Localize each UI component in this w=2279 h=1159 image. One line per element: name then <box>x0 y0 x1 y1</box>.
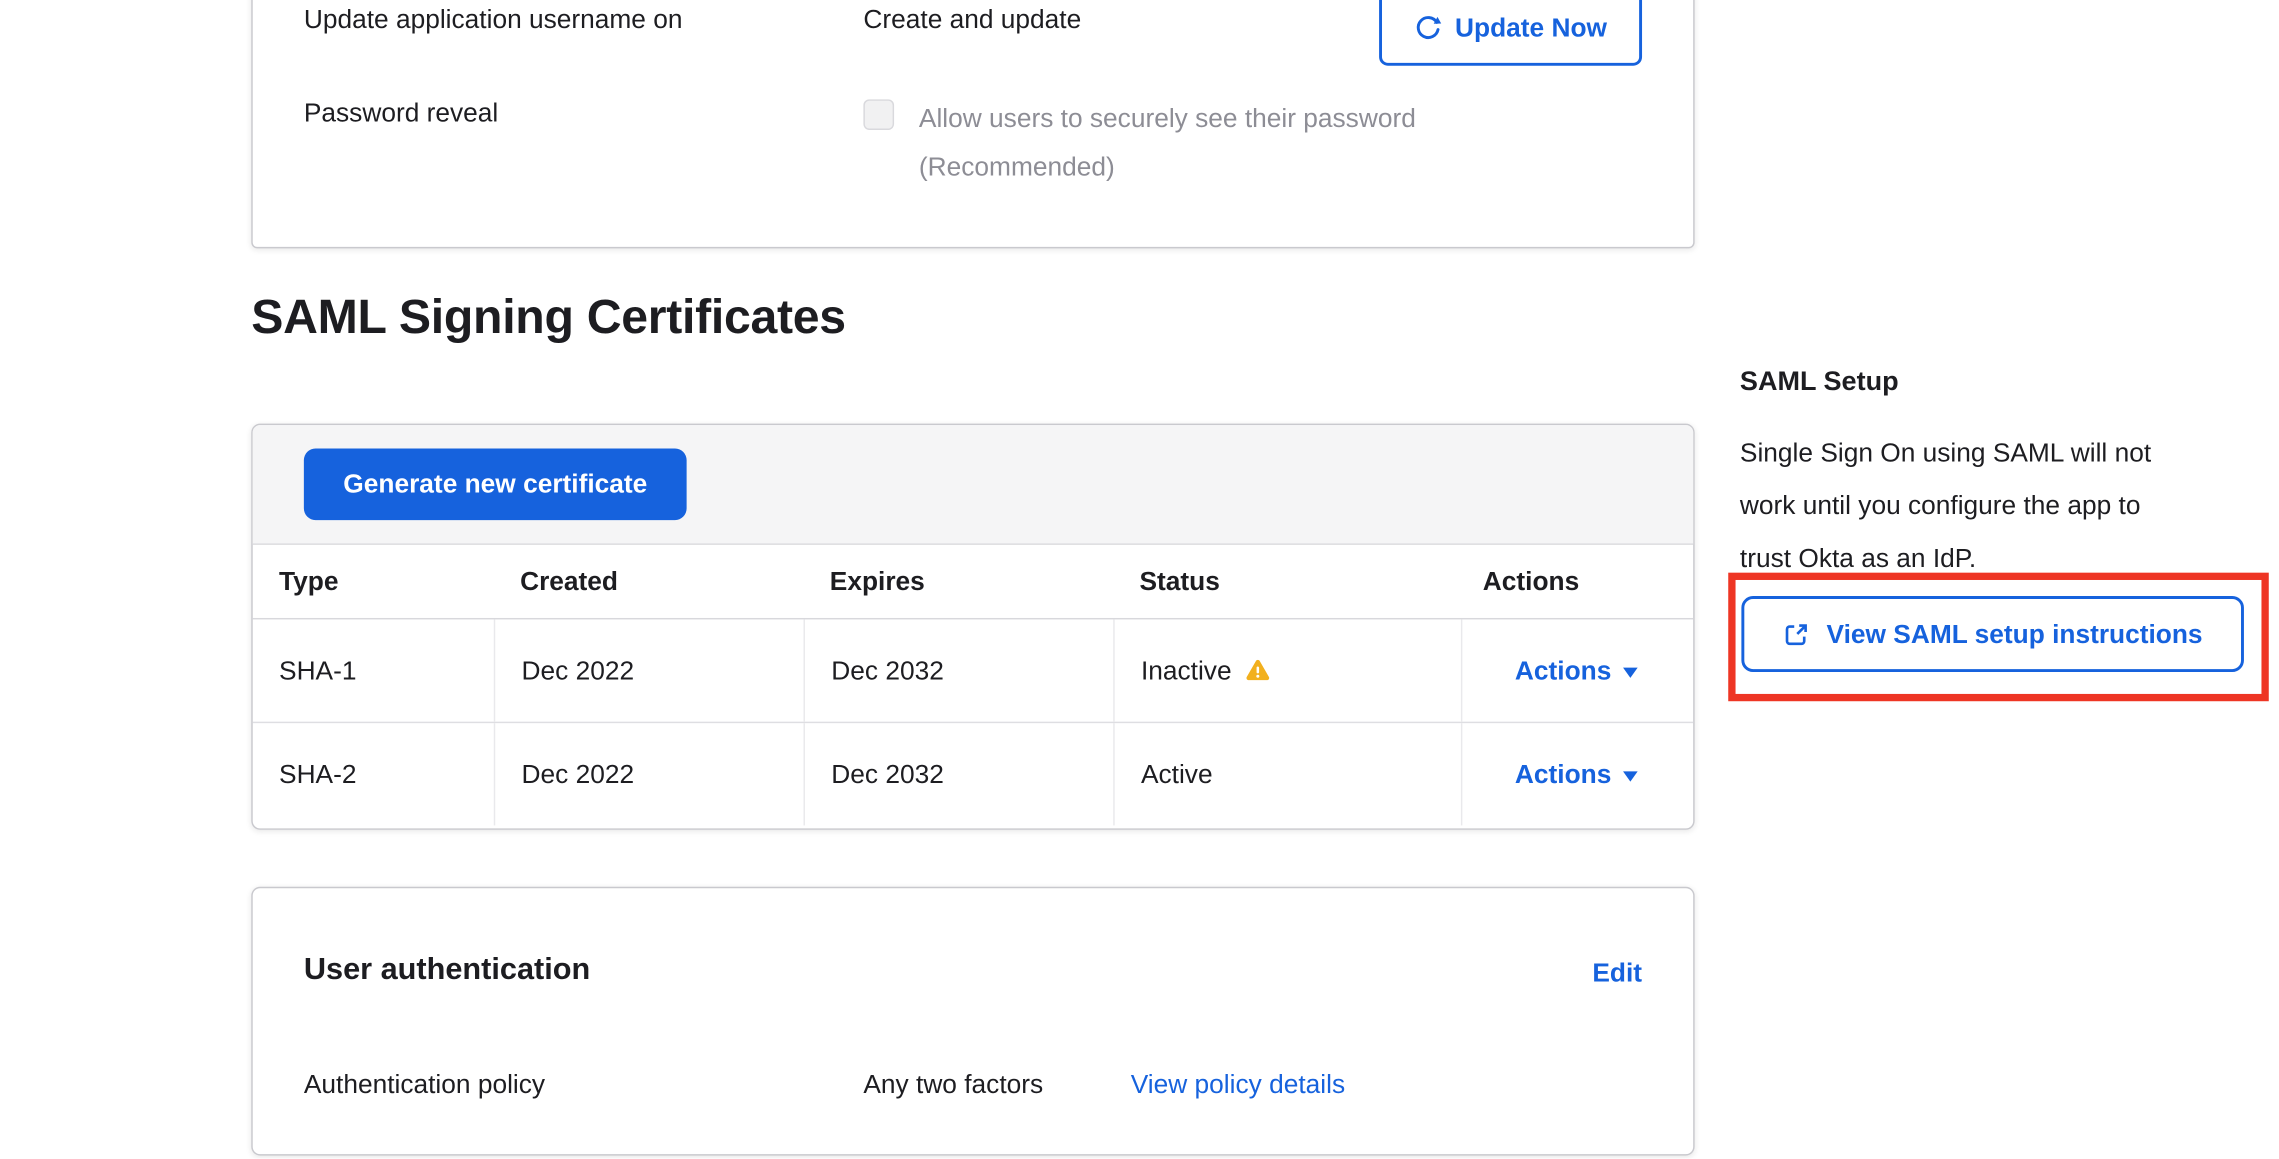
username-update-value: Create and update <box>863 4 1081 35</box>
generate-certificate-button[interactable]: Generate new certificate <box>304 448 687 520</box>
actions-dropdown[interactable]: Actions <box>1461 723 1690 825</box>
warning-icon[interactable] <box>1245 657 1271 683</box>
cert-status: Inactive <box>1141 655 1232 686</box>
table-row: SHA-1 Dec 2022 Dec 2032 Inactive Actions <box>253 619 1693 723</box>
page: Update application username on Create an… <box>0 0 2279 1158</box>
certificates-card-header: Generate new certificate <box>253 425 1693 545</box>
table-row: SHA-2 Dec 2022 Dec 2032 Active Actions <box>253 723 1693 825</box>
cert-created: Dec 2022 <box>494 619 804 721</box>
password-reveal-label: Password reveal <box>304 98 498 129</box>
page-title: SAML Signing Certificates <box>251 289 846 345</box>
password-reveal-checkbox[interactable] <box>863 99 894 130</box>
cert-type: SHA-2 <box>253 723 494 825</box>
column-header-status: Status <box>1113 545 1461 618</box>
authentication-policy-label: Authentication policy <box>304 1069 545 1100</box>
certificates-table-header: Type Created Expires Status Actions <box>253 545 1693 620</box>
user-authentication-title: User authentication <box>304 953 590 988</box>
external-link-icon <box>1783 620 1811 648</box>
saml-button-label: View SAML setup instructions <box>1827 619 2203 650</box>
chevron-down-icon <box>1623 667 1638 677</box>
user-authentication-card: User authentication Edit Authentication … <box>251 887 1694 1156</box>
view-saml-setup-instructions-button[interactable]: View SAML setup instructions <box>1741 596 2244 672</box>
saml-setup-description: Single Sign On using SAML will not work … <box>1740 427 2186 585</box>
username-update-label: Update application username on <box>304 4 683 35</box>
column-header-actions: Actions <box>1461 545 1690 618</box>
cert-type: SHA-1 <box>253 619 494 721</box>
cert-status: Active <box>1113 723 1461 825</box>
actions-dropdown-label: Actions <box>1515 759 1611 790</box>
column-header-type: Type <box>253 545 494 618</box>
certificates-card: Generate new certificate Type Created Ex… <box>251 424 1694 830</box>
update-now-button[interactable]: Update Now <box>1379 0 1642 66</box>
column-header-expires: Expires <box>803 545 1113 618</box>
refresh-icon <box>1414 14 1442 42</box>
actions-dropdown-label: Actions <box>1515 655 1611 686</box>
actions-dropdown[interactable]: Actions <box>1461 619 1690 721</box>
cert-expires: Dec 2032 <box>803 723 1113 825</box>
password-reveal-checkbox-label: Allow users to securely see their passwo… <box>919 95 1489 191</box>
chevron-down-icon <box>1623 771 1638 781</box>
edit-link[interactable]: Edit <box>1592 958 1642 989</box>
saml-setup-title: SAML Setup <box>1740 365 1899 397</box>
cert-expires: Dec 2032 <box>803 619 1113 721</box>
cert-created: Dec 2022 <box>494 723 804 825</box>
authentication-policy-value: Any two factors <box>863 1069 1043 1100</box>
column-header-created: Created <box>494 545 804 618</box>
sign-on-settings-card: Update application username on Create an… <box>251 0 1694 248</box>
view-policy-details-link[interactable]: View policy details <box>1131 1069 1345 1100</box>
update-now-label: Update Now <box>1455 12 1607 43</box>
